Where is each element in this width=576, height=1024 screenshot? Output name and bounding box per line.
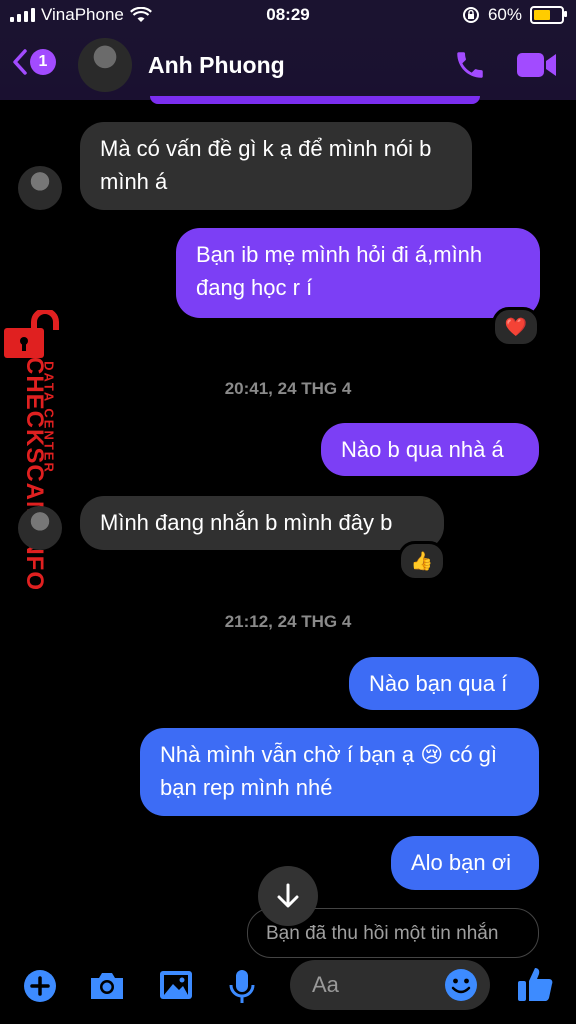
previous-message-bubble: [150, 96, 480, 104]
reaction-thumbs-up[interactable]: 👍: [398, 541, 446, 581]
phone-icon: [457, 52, 483, 78]
emoji-icon: [445, 969, 477, 1001]
message-incoming[interactable]: Mình đang nhắn b mình đây b: [80, 496, 444, 550]
video-call-button[interactable]: [516, 50, 558, 85]
message-text: Nhà mình vẫn chờ í bạn ạ: [160, 742, 415, 767]
message-outgoing[interactable]: Nhà mình vẫn chờ í bạn ạ 😢 có gì bạn rep…: [140, 728, 539, 816]
thumbs-up-reaction-icon: 👍: [410, 550, 434, 571]
call-button[interactable]: [452, 48, 488, 87]
composer-bar: Aa: [0, 960, 576, 1024]
voice-button[interactable]: [228, 968, 256, 1011]
gallery-button[interactable]: [158, 968, 194, 1007]
contact-name[interactable]: Anh Phuong: [148, 52, 285, 79]
video-camera-icon: [517, 53, 556, 77]
add-icon: [24, 970, 56, 1002]
conversation-header: 1 Anh Phuong: [0, 32, 576, 100]
arrow-down-icon: [277, 883, 299, 908]
contact-avatar[interactable]: [78, 38, 132, 92]
battery-icon: [530, 6, 567, 24]
thumbs-up-icon: [518, 968, 553, 1001]
rotation-lock-icon: [462, 7, 479, 23]
sender-avatar[interactable]: [18, 506, 62, 550]
message-text: Nào bạn qua í: [369, 671, 508, 696]
back-button[interactable]: 1: [12, 48, 56, 76]
message-outgoing[interactable]: Alo bạn ơi: [391, 836, 539, 890]
message-outgoing[interactable]: Bạn ib mẹ mình hỏi đi á,mình đang học r …: [176, 228, 540, 318]
watermark-subtitle: DATA CENTER: [41, 361, 57, 474]
timestamp: 21:12, 24 THG 4: [224, 612, 352, 631]
camera-icon: [91, 973, 123, 999]
emoji-button[interactable]: [444, 968, 478, 1007]
camera-button[interactable]: [88, 968, 126, 1009]
status-bar: VinaPhone 08:29 60%: [0, 0, 576, 32]
timestamp: 20:41, 24 THG 4: [224, 379, 352, 398]
heart-icon: ❤️: [504, 316, 528, 337]
add-button[interactable]: [22, 968, 58, 1009]
message-outgoing[interactable]: Nào b qua nhà á: [321, 423, 539, 476]
back-chevron-icon: [13, 49, 27, 75]
battery-percent: 60%: [487, 5, 522, 24]
reaction-heart[interactable]: ❤️: [492, 307, 540, 347]
like-button[interactable]: [516, 964, 556, 1009]
message-input[interactable]: Aa: [290, 960, 490, 1010]
microphone-icon: [229, 970, 255, 1003]
message-incoming[interactable]: Mà có vấn đề gì k ạ để mình nói b mình á: [80, 122, 472, 210]
message-input-placeholder: Aa: [312, 972, 339, 997]
message-outgoing[interactable]: Nào bạn qua í: [349, 657, 539, 710]
scroll-to-bottom-button[interactable]: [258, 866, 318, 926]
unread-count-badge: 1: [30, 49, 56, 75]
sender-avatar[interactable]: [18, 166, 62, 210]
crying-face-icon: 😢: [420, 742, 444, 767]
gallery-icon: [160, 971, 192, 999]
status-right: 60%: [462, 5, 567, 25]
